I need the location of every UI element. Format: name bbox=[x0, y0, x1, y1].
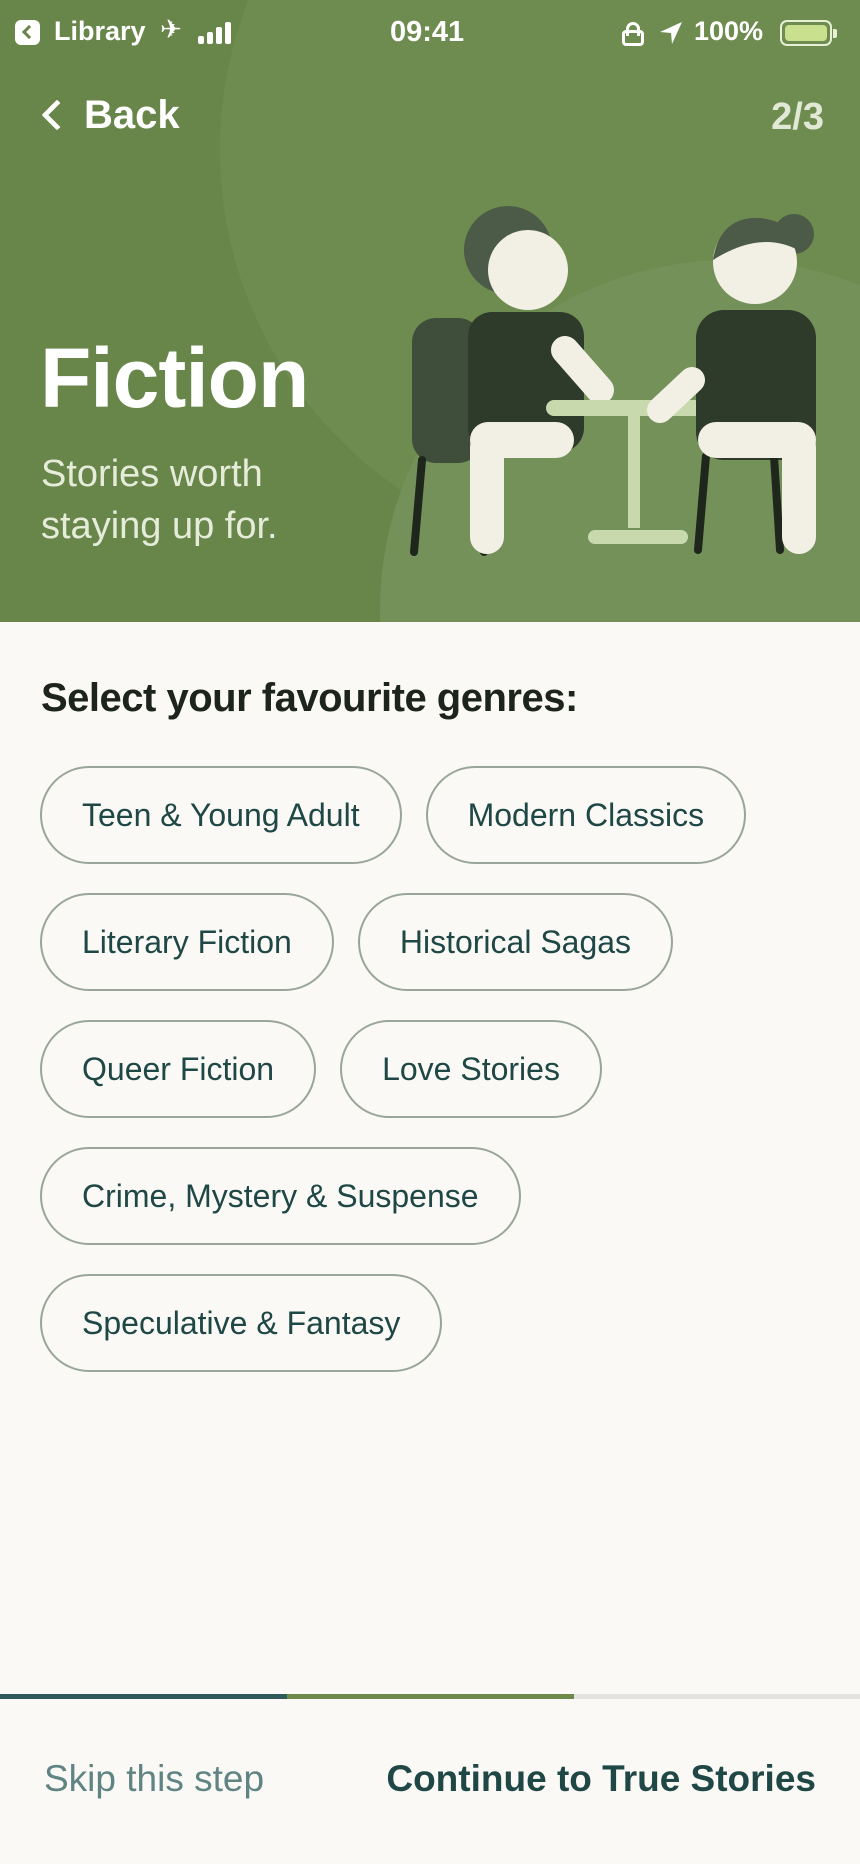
progress-segment-1 bbox=[0, 1694, 287, 1699]
page-title: Fiction bbox=[40, 331, 309, 425]
section-title: Select your favourite genres: bbox=[41, 676, 578, 720]
signal-icon bbox=[198, 22, 236, 44]
status-bar: Library ✈ 09:41 100% bbox=[0, 0, 860, 66]
genre-chip[interactable]: Historical Sagas bbox=[357, 893, 674, 991]
page-subtitle: Stories worth staying up for. bbox=[41, 453, 278, 547]
genre-chip[interactable]: Crime, Mystery & Suspense bbox=[40, 1147, 521, 1245]
step-indicator: 2/3 bbox=[771, 96, 824, 138]
orientation-lock-icon bbox=[622, 22, 644, 46]
progress-segment-2 bbox=[287, 1694, 574, 1699]
genre-row: Queer Fiction Love Stories bbox=[40, 1020, 840, 1118]
genre-chip[interactable]: Queer Fiction bbox=[40, 1020, 317, 1118]
genre-row: Literary Fiction Historical Sagas bbox=[40, 893, 840, 991]
back-button-label: Back bbox=[84, 92, 180, 137]
return-app-label[interactable]: Library bbox=[54, 16, 146, 47]
battery-percent: 100% bbox=[694, 16, 764, 46]
location-arrow-icon bbox=[660, 22, 682, 44]
genre-chip[interactable]: Modern Classics bbox=[425, 766, 747, 864]
onboarding-progress-bar bbox=[0, 1694, 860, 1699]
skip-step-button[interactable]: Skip this step bbox=[44, 1758, 264, 1800]
battery-icon bbox=[780, 20, 837, 46]
genre-row: Crime, Mystery & Suspense bbox=[40, 1147, 840, 1245]
genre-chip[interactable]: Speculative & Fantasy bbox=[40, 1274, 443, 1372]
chevron-left-icon bbox=[41, 99, 73, 131]
continue-button[interactable]: Continue to True Stories bbox=[386, 1758, 816, 1800]
back-button[interactable]: Back bbox=[36, 90, 180, 140]
genre-chip[interactable]: Literary Fiction bbox=[40, 893, 334, 991]
reading-friends-illustration bbox=[410, 206, 816, 556]
hero-banner: Library ✈ 09:41 100% Back 2/3 Fiction St… bbox=[0, 0, 860, 622]
status-time: 09:41 bbox=[390, 16, 465, 48]
genre-row: Speculative & Fantasy bbox=[40, 1274, 840, 1372]
return-to-app-icon[interactable] bbox=[15, 20, 40, 45]
genre-chip[interactable]: Teen & Young Adult bbox=[40, 766, 402, 864]
genre-chip[interactable]: Love Stories bbox=[340, 1020, 602, 1118]
genre-row: Teen & Young Adult Modern Classics bbox=[40, 766, 840, 864]
genre-chip-list: Teen & Young Adult Modern Classics Liter… bbox=[40, 766, 840, 1401]
airplane-icon: ✈ bbox=[160, 14, 182, 44]
